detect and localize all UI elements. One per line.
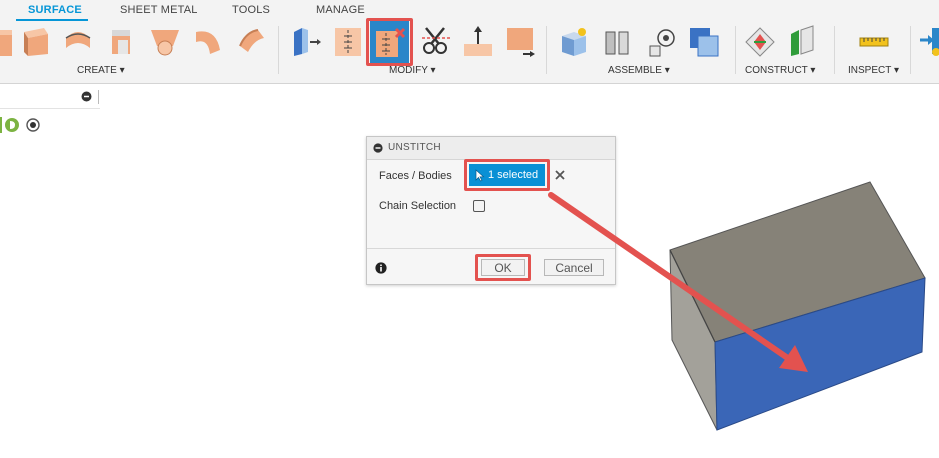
offset-icon[interactable]	[236, 24, 268, 58]
separator	[735, 26, 736, 74]
new-component-icon[interactable]	[558, 24, 590, 58]
separator	[910, 26, 911, 74]
joint-icon[interactable]	[602, 24, 634, 58]
modify-menu[interactable]: MODIFY ▾	[389, 65, 436, 76]
separator	[546, 26, 547, 74]
browser-node-marker	[0, 117, 2, 133]
document-settings-icon[interactable]	[4, 117, 20, 133]
selection-highlight	[464, 159, 550, 191]
sweep-icon[interactable]	[106, 24, 138, 58]
motion-link-icon[interactable]	[646, 24, 678, 58]
collapse-icon[interactable]	[81, 91, 92, 102]
thicken-icon[interactable]	[20, 24, 52, 58]
dialog-header: UNSTITCH	[367, 137, 615, 160]
active-tab-indicator	[16, 19, 88, 21]
extend-icon[interactable]	[462, 24, 494, 58]
annotation-arrow	[548, 192, 808, 372]
patch-icon[interactable]	[192, 24, 224, 58]
press-pull-icon[interactable]	[290, 24, 322, 58]
revolve-icon[interactable]	[62, 24, 94, 58]
info-icon[interactable]	[375, 262, 387, 274]
plane-at-angle-icon[interactable]	[787, 24, 819, 58]
pin-divider	[98, 90, 99, 104]
loft-icon[interactable]	[149, 24, 181, 58]
separator	[278, 26, 279, 74]
dialog-title: UNSTITCH	[388, 142, 441, 153]
tab-sheet-metal[interactable]: SHEET METAL	[120, 4, 198, 16]
visibility-radio-icon[interactable]	[26, 118, 40, 132]
enable-contact-icon[interactable]	[688, 24, 720, 58]
extrude-icon[interactable]	[0, 24, 22, 58]
trim-icon[interactable]	[333, 24, 365, 58]
tab-surface[interactable]: SURFACE	[28, 4, 82, 16]
tab-manage[interactable]: MANAGE	[316, 4, 365, 16]
collapse-icon[interactable]	[373, 143, 383, 153]
insert-icon[interactable]	[918, 24, 939, 58]
assemble-menu[interactable]: ASSEMBLE ▾	[608, 65, 670, 76]
inspect-menu[interactable]: INSPECT ▾	[848, 65, 899, 76]
reverse-normal-icon[interactable]	[505, 24, 537, 58]
measure-icon[interactable]	[858, 24, 890, 58]
separator	[834, 26, 835, 74]
faces-bodies-label: Faces / Bodies	[379, 170, 452, 182]
split-face-icon[interactable]	[420, 24, 452, 58]
offset-plane-icon[interactable]	[744, 24, 776, 58]
chain-selection-label: Chain Selection	[379, 200, 457, 212]
workspace-tabs: SURFACE SHEET METAL TOOLS MANAGE	[0, 0, 939, 21]
clear-selection-icon[interactable]	[555, 170, 565, 180]
tab-tools[interactable]: TOOLS	[232, 4, 270, 16]
construct-menu[interactable]: CONSTRUCT ▾	[745, 65, 815, 76]
ok-highlight	[475, 254, 531, 281]
browser-header	[0, 86, 100, 109]
create-menu[interactable]: CREATE ▾	[77, 65, 125, 76]
unstitch-highlight	[366, 18, 413, 66]
toolbar: SURFACE SHEET METAL TOOLS MANAGE CREATE …	[0, 0, 939, 84]
chain-selection-checkbox[interactable]	[473, 200, 485, 212]
